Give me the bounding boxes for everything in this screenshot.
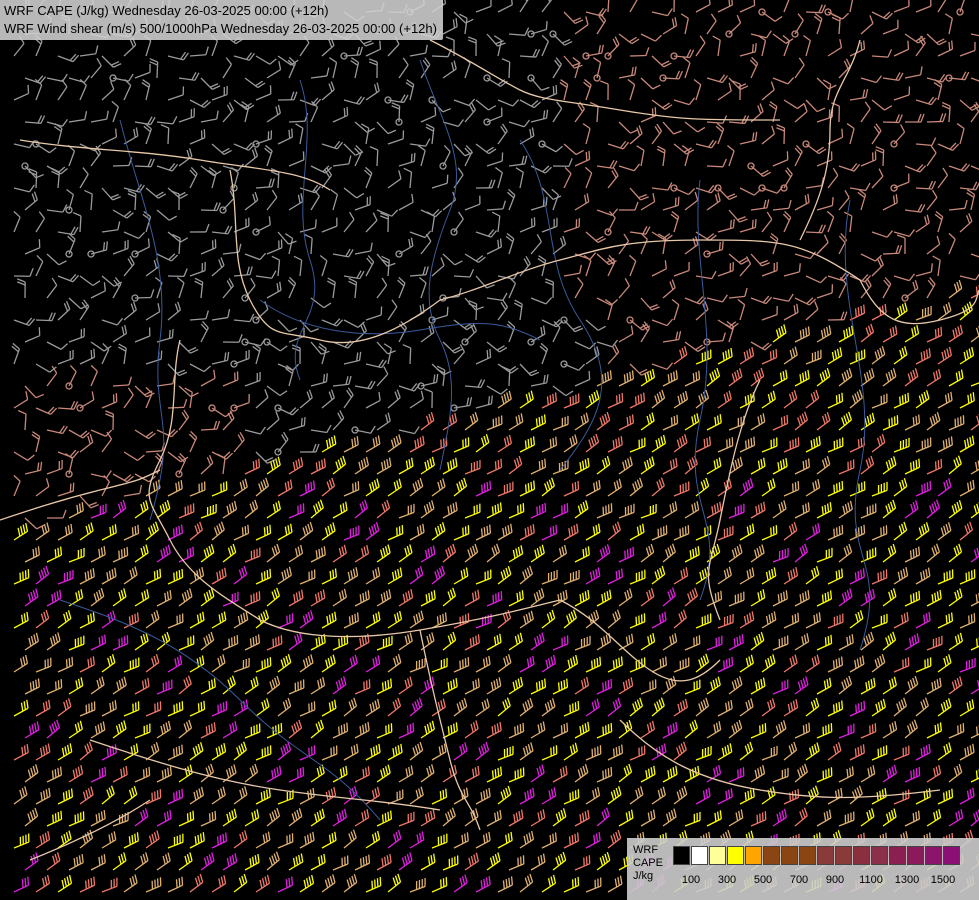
legend-swatch: [925, 846, 942, 865]
map-title-cape: WRF CAPE (J/kg) Wednesday 26-03-2025 00:…: [4, 3, 329, 18]
legend-swatch: [853, 846, 870, 865]
legend-swatch: [871, 846, 888, 865]
legend-tick-label: 1500: [930, 874, 956, 886]
legend-swatch: [907, 846, 924, 865]
legend-swatch: [781, 846, 798, 865]
legend-label-model: WRF: [633, 844, 659, 856]
legend-tick-label: 500: [753, 874, 773, 886]
legend-swatch: [835, 846, 852, 865]
cape-legend: WRF CAPE J/kg 100 300 500 700 900 1100 1300 150…: [627, 838, 979, 900]
legend-tick-label: 900: [825, 874, 845, 886]
map-title-wind-shear: WRF Wind shear (m/s) 500/1000hPa Wednesd…: [4, 21, 437, 36]
legend-swatch: [889, 846, 906, 865]
legend-labels: WRF CAPE J/kg: [633, 844, 673, 883]
legend-swatch: [745, 846, 762, 865]
legend-swatch: [709, 846, 726, 865]
legend-tick-label: 300: [717, 874, 737, 886]
legend-tick-label: 700: [789, 874, 809, 886]
legend-swatch: [727, 846, 744, 865]
map-title-box: WRF CAPE (J/kg) Wednesday 26-03-2025 00:…: [0, 0, 443, 40]
legend-label-unit: J/kg: [633, 870, 654, 882]
legend-tick-label: 1300: [894, 874, 920, 886]
legend-swatch: [763, 846, 780, 865]
legend-swatch: [691, 846, 708, 865]
legend-swatch: [799, 846, 816, 865]
legend-tick-labels: 100 300 500 700 900 1100 1300 1500: [673, 874, 973, 890]
legend-tick-label: 100: [681, 874, 701, 886]
legend-swatch: [817, 846, 834, 865]
legend-swatch: [673, 846, 690, 865]
legend-tick-label: 1100: [859, 874, 883, 886]
legend-color-scale: [673, 846, 961, 865]
legend-label-variable: CAPE: [633, 857, 663, 869]
legend-swatch: [943, 846, 960, 865]
wind-shear-cape-map: [0, 0, 979, 900]
